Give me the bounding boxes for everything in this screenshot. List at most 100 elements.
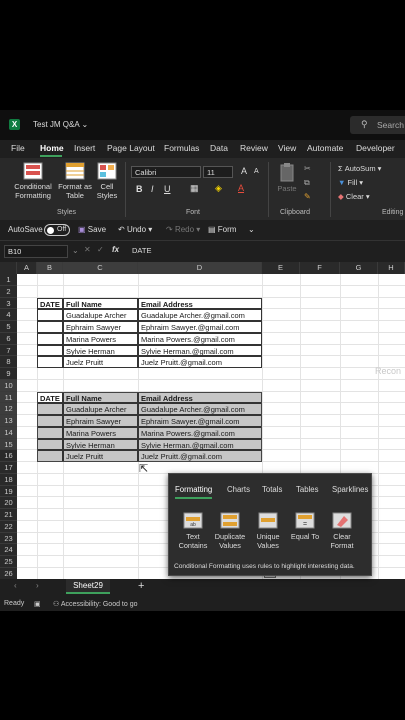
col-header-a[interactable]: A	[17, 262, 37, 274]
col-header-d[interactable]: D	[138, 262, 262, 274]
table1-name-cell[interactable]: Sylvie Herman	[63, 344, 138, 357]
table1-email-cell[interactable]: Juelz Pruitt.@gmail.com	[138, 356, 262, 368]
fill-color-icon[interactable]: ◈	[215, 183, 222, 194]
row-header[interactable]: 7	[0, 344, 17, 357]
font-size-select[interactable]: 11	[203, 166, 233, 178]
decrease-font-icon[interactable]: A	[254, 168, 259, 175]
row-header[interactable]: 17	[0, 462, 17, 474]
accessibility-status[interactable]: ⚇ Accessibility: Good to go	[53, 600, 138, 608]
row-header[interactable]: 14	[0, 426, 17, 439]
qa-text-contains-button[interactable]: ab Text Contains	[174, 512, 212, 550]
qa-tab-charts[interactable]: Charts	[227, 485, 250, 494]
row-header[interactable]: 8	[0, 356, 17, 368]
tab-formulas[interactable]: Formulas	[164, 143, 199, 153]
table1-name-cell[interactable]: Juelz Pruitt	[63, 356, 138, 368]
tab-data[interactable]: Data	[210, 143, 228, 153]
formula-input[interactable]: DATE	[132, 246, 151, 255]
tab-insert[interactable]: Insert	[74, 143, 95, 153]
qa-tab-formatting[interactable]: Formatting	[175, 485, 212, 494]
borders-icon[interactable]: ▦	[190, 183, 199, 194]
table1-header-email[interactable]: Email Address	[138, 297, 262, 310]
autosave-toggle[interactable]: Off	[44, 224, 70, 236]
tab-developer[interactable]: Developer	[356, 143, 395, 153]
tab-file[interactable]: File	[11, 143, 25, 153]
tab-review[interactable]: Review	[240, 143, 268, 153]
font-name-select[interactable]: Calibri	[131, 166, 201, 178]
italic-button[interactable]: I	[151, 184, 154, 194]
row-header[interactable]: 2	[0, 285, 17, 298]
undo-button[interactable]: ↶ Undo ▾	[118, 225, 152, 234]
macro-record-icon[interactable]: ▣	[34, 600, 41, 608]
name-box[interactable]: B10	[4, 245, 68, 258]
table1-email-cell[interactable]: Sylvie Herman.@gmail.com	[138, 344, 262, 357]
row-header[interactable]: 26	[0, 567, 17, 580]
format-painter-icon[interactable]: ✎	[304, 192, 311, 201]
qa-tab-totals[interactable]: Totals	[262, 485, 282, 494]
cut-icon[interactable]: ✂	[304, 164, 311, 173]
row-header[interactable]: 20	[0, 497, 17, 509]
row-header[interactable]: 15	[0, 438, 17, 451]
add-sheet-button[interactable]: +	[138, 580, 144, 592]
table1-email-cell[interactable]: Ephraim Sawyer.@gmail.com	[138, 321, 262, 333]
row-header[interactable]: 19	[0, 485, 17, 498]
insert-function-icon[interactable]: fx	[112, 245, 119, 254]
table1-date-cell[interactable]	[37, 344, 63, 357]
qa-unique-values-button[interactable]: Unique Values	[249, 512, 287, 550]
col-header-g[interactable]: G	[340, 262, 378, 274]
select-all[interactable]	[0, 262, 17, 274]
cell-styles-button[interactable]: Cell Styles	[92, 162, 122, 200]
row-header[interactable]: 9	[0, 368, 17, 380]
row-header[interactable]: 22	[0, 520, 17, 533]
table1-date-cell[interactable]	[37, 356, 63, 368]
namebox-dropdown-icon[interactable]: ⌄	[72, 246, 79, 255]
copy-icon[interactable]: ⧉	[304, 178, 310, 188]
table1-date-cell[interactable]	[37, 321, 63, 333]
col-header-h[interactable]: H	[378, 262, 405, 274]
autosum-button[interactable]: Σ AutoSum ▾	[338, 164, 381, 173]
col-header-b[interactable]: B	[37, 262, 63, 274]
sheet-tab-active[interactable]: Sheet29	[66, 579, 110, 594]
redo-button[interactable]: ↷ Redo ▾	[166, 225, 200, 234]
table1-date-cell[interactable]	[37, 332, 63, 345]
tab-view[interactable]: View	[278, 143, 296, 153]
qa-tab-tables[interactable]: Tables	[296, 485, 319, 494]
row-header[interactable]: 4	[0, 309, 17, 321]
row-header[interactable]: 18	[0, 473, 17, 486]
format-as-table-button[interactable]: Format as Table	[57, 162, 93, 200]
fill-button[interactable]: ▼ Fill ▾	[338, 178, 363, 187]
qa-clear-format-button[interactable]: Clear Format	[323, 512, 361, 550]
font-color-icon[interactable]: A	[238, 183, 244, 193]
row-header[interactable]: 11	[0, 391, 17, 404]
cancel-icon[interactable]: ✕	[84, 245, 91, 254]
col-header-c[interactable]: C	[63, 262, 138, 274]
col-header-e[interactable]: E	[262, 262, 300, 274]
prev-sheet-icon[interactable]: ‹	[14, 581, 17, 590]
row-header[interactable]: 21	[0, 509, 17, 521]
row-header[interactable]: 12	[0, 403, 17, 415]
row-header[interactable]: 1	[0, 274, 17, 286]
form-button[interactable]: ▤ Form	[208, 225, 236, 234]
table1-name-cell[interactable]: Marina Powers	[63, 332, 138, 345]
search-box[interactable]: ⚲ Search	[350, 116, 405, 134]
qa-duplicate-values-button[interactable]: Duplicate Values	[211, 512, 249, 550]
row-header[interactable]: 23	[0, 532, 17, 545]
table1-email-cell[interactable]: Guadalupe Archer.@gmail.com	[138, 309, 262, 321]
table1-date-cell[interactable]	[37, 309, 63, 321]
tab-home[interactable]: Home	[40, 143, 64, 153]
row-header[interactable]: 16	[0, 450, 17, 462]
save-button[interactable]: ▣ Save	[78, 225, 106, 234]
row-header[interactable]: 24	[0, 544, 17, 556]
enter-icon[interactable]: ✓	[97, 245, 104, 254]
row-header[interactable]: 6	[0, 332, 17, 345]
table1-header-date[interactable]: DATE	[37, 297, 63, 310]
document-title[interactable]: Test JM Q&A ⌄	[33, 120, 88, 129]
row-header[interactable]: 25	[0, 556, 17, 568]
paste-button[interactable]: Paste	[275, 162, 299, 193]
col-header-f[interactable]: F	[300, 262, 340, 274]
table1-name-cell[interactable]: Guadalupe Archer	[63, 309, 138, 321]
increase-font-icon[interactable]: A	[241, 166, 247, 176]
tab-page-layout[interactable]: Page Layout	[107, 143, 155, 153]
qa-tab-sparklines[interactable]: Sparklines	[332, 485, 368, 494]
clear-button[interactable]: ◆ Clear ▾	[338, 192, 370, 201]
row-header[interactable]: 3	[0, 297, 17, 310]
